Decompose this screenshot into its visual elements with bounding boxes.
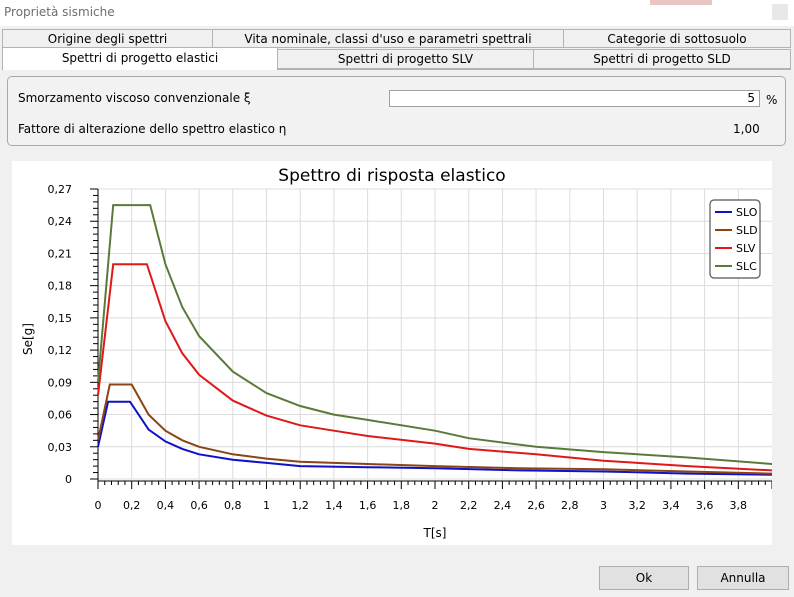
chart-axes: 0 0,2 0,4 0,6 0,8 1 1,2 1,4 1,6 1,8 2 2,2 2,4 2,6 2,8 3… bbox=[48, 183, 772, 512]
x-tick-label: 0 bbox=[95, 499, 102, 512]
eta-label: Fattore di alterazione dello spettro ela… bbox=[18, 122, 287, 136]
chart-grid bbox=[97, 188, 772, 480]
x-tick-label: 1 bbox=[263, 499, 270, 512]
tab-vita-nominale[interactable]: Vita nominale, classi d'uso e parametri … bbox=[212, 29, 564, 48]
chart-legend: SLO SLD SLV SLC bbox=[709, 199, 761, 279]
y-tick-label: 0,27 bbox=[48, 183, 73, 196]
tab-origine-spettri[interactable]: Origine degli spettri bbox=[2, 29, 213, 48]
x-tick-label: 2,4 bbox=[494, 499, 512, 512]
y-tick-label: 0,18 bbox=[48, 280, 73, 293]
tab-spettri-elastici[interactable]: Spettri di progetto elastici bbox=[2, 47, 278, 70]
y-tick-label: 0,15 bbox=[48, 312, 73, 325]
x-tick-label: 2,8 bbox=[561, 499, 579, 512]
x-tick-label: 3,2 bbox=[628, 499, 646, 512]
x-axis-label: T[s] bbox=[423, 526, 447, 540]
x-tick-label: 0,2 bbox=[123, 499, 141, 512]
x-tick-label: 3 bbox=[600, 499, 607, 512]
x-tick-label: 1,8 bbox=[393, 499, 411, 512]
x-tick-label: 0,8 bbox=[224, 499, 242, 512]
x-tick-label: 1,4 bbox=[325, 499, 343, 512]
x-tick-label: 2,6 bbox=[527, 499, 545, 512]
cancel-button[interactable]: Annulla bbox=[697, 566, 789, 590]
legend-label-slo: SLO bbox=[736, 206, 758, 219]
legend-label-slv: SLV bbox=[736, 242, 756, 255]
tab-spettri-slv[interactable]: Spettri di progetto SLV bbox=[277, 49, 534, 69]
x-tick-label: 1,2 bbox=[291, 499, 309, 512]
chart-title: Spettro di risposta elastico bbox=[278, 166, 505, 186]
legend-label-sld: SLD bbox=[736, 224, 758, 237]
tab-categorie-sottosuolo[interactable]: Categorie di sottosuolo bbox=[563, 29, 791, 48]
damping-unit: % bbox=[766, 93, 778, 107]
chart-svg: 0 0,2 0,4 0,6 0,8 1 1,2 1,4 1,6 1,8 2 2,2 2,4 2,6 2,8 3… bbox=[21, 166, 772, 540]
ok-button[interactable]: Ok bbox=[599, 566, 689, 590]
y-tick-label: 0 bbox=[65, 473, 72, 486]
close-icon[interactable] bbox=[772, 4, 788, 20]
x-tick-label: 0,6 bbox=[190, 499, 208, 512]
x-tick-label: 3,6 bbox=[696, 499, 714, 512]
x-tick-label: 1,6 bbox=[359, 499, 377, 512]
y-axis-label: Se[g] bbox=[21, 323, 35, 355]
x-tick-label: 3,4 bbox=[662, 499, 680, 512]
title-decoration bbox=[650, 0, 712, 5]
damping-label: Smorzamento viscoso convenzionale ξ bbox=[18, 91, 251, 105]
tab-divider bbox=[278, 69, 791, 70]
eta-value: 1,00 bbox=[733, 122, 760, 136]
x-tick-label: 3,8 bbox=[730, 499, 748, 512]
tab-spettri-sld[interactable]: Spettri di progetto SLD bbox=[533, 49, 791, 69]
title-bar: Proprietà sismiche bbox=[0, 0, 794, 26]
damping-input[interactable]: 5 bbox=[389, 90, 760, 107]
spectrum-chart: 0 0,2 0,4 0,6 0,8 1 1,2 1,4 1,6 1,8 2 2,2 2,4 2,6 2,8 3… bbox=[12, 161, 772, 545]
window-title: Proprietà sismiche bbox=[4, 5, 115, 19]
y-tick-label: 0,09 bbox=[48, 376, 73, 389]
y-tick-label: 0,24 bbox=[48, 215, 73, 228]
x-tick-label: 2 bbox=[432, 499, 439, 512]
y-tick-label: 0,12 bbox=[48, 344, 73, 357]
y-tick-label: 0,03 bbox=[48, 441, 73, 454]
y-tick-label: 0,06 bbox=[48, 409, 73, 422]
y-tick-label: 0,21 bbox=[48, 247, 73, 260]
x-tick-label: 0,4 bbox=[157, 499, 175, 512]
x-tick-label: 2,2 bbox=[460, 499, 478, 512]
legend-label-slc: SLC bbox=[736, 260, 757, 273]
